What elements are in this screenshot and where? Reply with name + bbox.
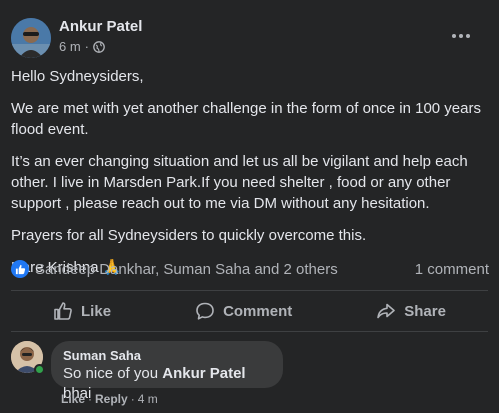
comment-text-before: So nice of you xyxy=(63,365,163,382)
thumbs-up-icon xyxy=(54,302,72,320)
comment-action-separator: · xyxy=(130,392,135,406)
reaction-names[interactable]: Sandeep Dankhar, Suman Saha and 2 others xyxy=(35,261,338,278)
comment-reply-button[interactable]: Reply xyxy=(95,392,128,406)
comment-actions: Like · Reply · 4 m xyxy=(61,392,158,406)
dot-icon xyxy=(459,34,463,38)
dot-icon xyxy=(452,34,456,38)
reaction-summary: Sandeep Dankhar, Suman Saha and 2 others… xyxy=(11,258,489,280)
action-bar: Like Comment Share xyxy=(11,292,488,330)
comment-mention[interactable]: Ankur Patel xyxy=(162,365,245,382)
comment-bubble: Suman Saha So nice of you Ankur Patel bh… xyxy=(51,341,283,402)
like-reaction-icon xyxy=(11,260,29,278)
speech-bubble-icon xyxy=(196,302,214,320)
post-time[interactable]: 6 m xyxy=(59,39,81,54)
meta-separator: · xyxy=(84,39,90,54)
post-meta: 6 m · xyxy=(59,39,105,54)
post-paragraph: Prayers for all Sydneysiders to quickly … xyxy=(11,227,367,244)
like-button[interactable]: Like xyxy=(29,295,135,327)
comment-time[interactable]: 4 m xyxy=(138,392,158,406)
post-card: Ankur Patel 6 m · Hello Sydneysiders, We… xyxy=(0,0,499,413)
author-avatar[interactable] xyxy=(11,18,51,58)
comment-like-button[interactable]: Like xyxy=(61,392,85,406)
dot-icon xyxy=(466,34,470,38)
reaction-names-group[interactable]: Sandeep Dankhar, Suman Saha and 2 others xyxy=(11,260,338,278)
globe-icon[interactable] xyxy=(93,40,105,53)
like-label: Like xyxy=(81,302,112,320)
divider xyxy=(11,290,488,291)
share-arrow-icon xyxy=(377,303,396,319)
comment-label: Comment xyxy=(223,302,293,320)
post-paragraph: Hello Sydneysiders, xyxy=(11,68,144,85)
comment-action-separator: · xyxy=(88,392,93,406)
comment-count[interactable]: 1 comment xyxy=(415,261,489,278)
commenter-name[interactable]: Suman Saha xyxy=(63,348,271,364)
share-label: Share xyxy=(404,302,446,320)
share-button[interactable]: Share xyxy=(352,295,470,327)
author-name[interactable]: Ankur Patel xyxy=(59,18,142,35)
post-paragraph: It’s an ever changing situation and let … xyxy=(11,153,468,212)
more-options-button[interactable] xyxy=(449,26,473,46)
online-status-dot xyxy=(34,364,45,375)
divider xyxy=(11,331,488,332)
comment-button[interactable]: Comment xyxy=(171,295,316,327)
post-text: Hello Sydneysiders, We are met with yet … xyxy=(11,66,487,289)
post-paragraph: We are met with yet another challenge in… xyxy=(11,100,481,138)
